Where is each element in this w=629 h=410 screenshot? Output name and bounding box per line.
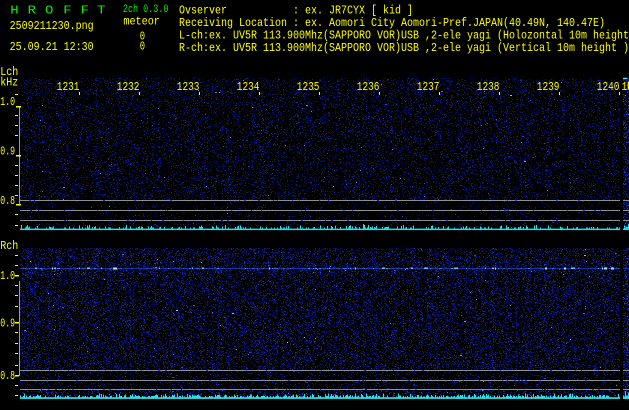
svg-text:O: O [45,4,53,17]
svg-text:1236: 1236 [357,80,380,94]
svg-text:1238: 1238 [477,80,500,94]
svg-text:0.9: 0.9 [0,317,15,331]
svg-text:kHz: kHz [0,76,18,90]
svg-text:2509211230.png: 2509211230.png [10,19,94,33]
svg-text:1233: 1233 [177,80,200,94]
svg-text:1240: 1240 [597,80,620,94]
svg-text:0.8: 0.8 [0,369,15,383]
svg-text:L-ch:ex. UV5R 113.900Mhz(SAPPO: L-ch:ex. UV5R 113.900Mhz(SAPPORO VOR)USB… [179,29,629,42]
svg-text:R-ch:ex. UV5R 113.900Mhz(SAPPO: R-ch:ex. UV5R 113.900Mhz(SAPPORO VOR)USB… [179,42,629,55]
svg-text:Rch: Rch [0,239,18,253]
svg-text:F: F [81,4,89,17]
svg-text:1232: 1232 [117,80,140,94]
svg-text:0: 0 [140,39,145,53]
svg-text:H: H [10,4,18,17]
svg-text:1237: 1237 [417,80,440,94]
svg-text:Receiving Location : ex. Aomor: Receiving Location : ex. Aomori City Aom… [179,17,605,30]
svg-text:Ovserver : ex. JR7CY: Ovserver : ex. JR7CYX [ kid ] [179,5,413,18]
svg-text:0.8: 0.8 [0,194,15,208]
svg-text:1.0: 1.0 [0,95,15,109]
svg-text:1231: 1231 [57,80,80,94]
svg-text:T: T [97,4,105,17]
svg-text:1: 1 [622,80,628,94]
svg-text:1.0: 1.0 [0,269,15,283]
svg-text:1235: 1235 [297,80,320,94]
svg-text:25.09.21 12:30: 25.09.21 12:30 [10,40,94,54]
svg-text:1239: 1239 [537,80,560,94]
svg-text:1234: 1234 [237,80,260,94]
svg-text:0.9: 0.9 [0,145,15,159]
svg-text:R: R [28,4,36,17]
svg-text:F: F [63,4,71,17]
svg-text:meteor: meteor [123,15,159,29]
